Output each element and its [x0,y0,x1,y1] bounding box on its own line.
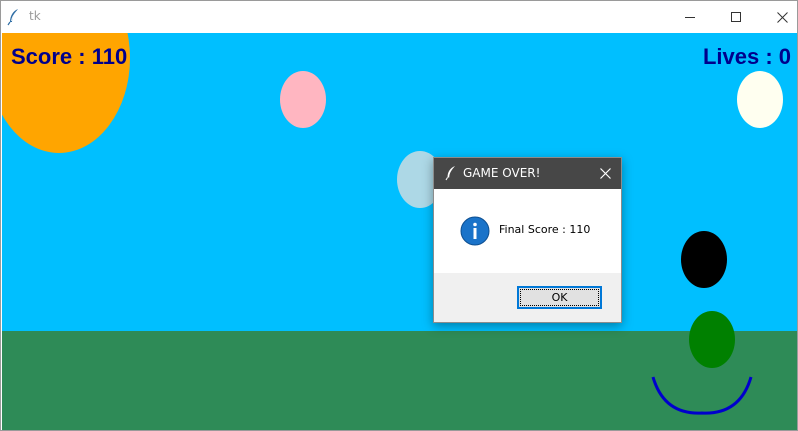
info-icon [460,216,490,246]
close-button[interactable] [759,1,797,33]
dialog-message: Final Score : 110 [499,223,591,236]
minimize-button[interactable] [667,1,713,33]
window-titlebar: tk [1,1,797,33]
dialog-body: Final Score : 110 [434,189,621,273]
close-icon [776,11,788,23]
minimize-icon [685,17,695,18]
dialog-titlebar: GAME OVER! [434,158,621,189]
feather-icon [7,9,18,26]
feather-icon [445,166,455,181]
ok-button[interactable]: OK [517,286,602,309]
game-over-dialog: GAME OVER! Final Score : 110 OK [433,157,622,323]
balloon-black[interactable] [681,231,727,288]
balloon-ivory[interactable] [737,71,783,128]
app-window: tk Score : 110 Lives : 0 GAME OVER! Fina… [0,0,798,431]
maximize-icon [731,12,741,22]
window-title: tk [29,9,41,23]
dialog-footer: OK [434,273,621,322]
maximize-button[interactable] [713,1,759,33]
game-canvas[interactable]: Score : 110 Lives : 0 [2,33,797,430]
dialog-close-button[interactable] [589,158,621,189]
dialog-title: GAME OVER! [463,166,541,180]
balloon-pink[interactable] [280,71,326,128]
player-basket [651,376,753,415]
score-label: Score : 110 [11,44,128,69]
close-icon [599,168,611,179]
balloon-green[interactable] [689,311,735,368]
lives-label: Lives : 0 [702,44,791,69]
